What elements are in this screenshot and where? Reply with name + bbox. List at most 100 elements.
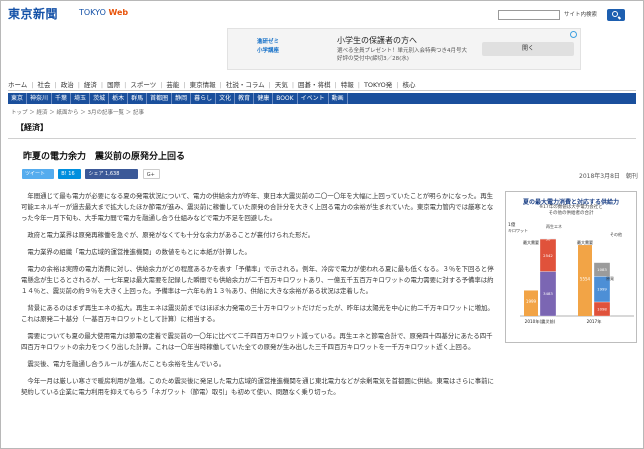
article-paragraph: 震災後、電力を融通し合うルールが進んだことも余裕を生んでいる。 (27, 360, 226, 368)
nav-separator: | (396, 81, 399, 89)
supply-value: 30 (546, 236, 551, 241)
ad-body-line1: 選べる全員プレゼント！単元別入会特典つき4月号大 (337, 48, 468, 54)
nav-separator: | (334, 81, 337, 89)
nav-separator: | (291, 81, 295, 89)
share-buttons: ツイート B! 16 シェア 1,638 G+ (22, 169, 162, 179)
nav-separator: | (219, 81, 222, 89)
nav-separator: | (160, 81, 163, 89)
nav-item[interactable]: 核心 (403, 81, 416, 89)
ad-open-button[interactable]: 開く (482, 42, 574, 56)
site-search-label: サイト内検索 (564, 12, 598, 18)
nav-item[interactable]: スポーツ (130, 81, 156, 89)
axis-unit: キロワット (508, 228, 528, 233)
supply-value: 1098 (597, 306, 607, 311)
hatena-bookmark-button[interactable]: B! 16 (58, 169, 82, 179)
regional-nav-item[interactable]: 栃木 (109, 93, 129, 104)
article-paragraph: 今年一月は厳しい寒さで暖房利用が急増。このため震災後に発足した電力広域的運営推進… (21, 377, 494, 396)
site-logo-en[interactable]: TOKYO Web (79, 8, 128, 17)
legend-other: その他 (610, 231, 622, 237)
logo-en-tokyo: TOKYO (79, 8, 106, 17)
legend-solar: 再生エネ (546, 223, 562, 229)
tweet-button[interactable]: ツイート (22, 169, 54, 179)
article-paragraph: 電力業界の組織「電力広域的運営推進機関」の数値をもとに本紙が計算した。 (27, 248, 251, 256)
divider (8, 138, 636, 139)
regional-nav-item[interactable]: 千葉 (52, 93, 72, 104)
infographic: 夏の最大電力消費と対応する供給力 ※17年の数値は大手電力会社と その他の供給者… (505, 191, 637, 343)
supply-value: 3483 (543, 291, 553, 296)
nav-separator: | (268, 81, 271, 89)
supply-value: 1999 (597, 287, 607, 292)
power-supply-chart: 1億キロワット 1999 3483 2542 30 2010年(震災前) 5554 1098 1… (508, 221, 634, 325)
nav-item[interactable]: 国際 (107, 81, 120, 89)
article-paragraph: 電力の余裕は実際の電力消費に対し、供給余力がどの程度あるかを表す「予備率」で示さ… (21, 265, 494, 295)
breadcrumb[interactable]: トップ ＞ 経済 ＞ 紙面から ＞ 3月の記事一覧 ＞ 記事 (11, 108, 144, 116)
nav-separator: | (77, 81, 80, 89)
regional-nav-item[interactable]: 静岡 (172, 93, 192, 104)
nav-item[interactable]: TOKYO発 (364, 81, 392, 89)
article-headline: 昨夏の電力余力 震災前の原発分上回る (23, 152, 186, 162)
nav-separator: | (357, 81, 360, 89)
site-header: 東京新聞 TOKYO Web サイト内検索 (1, 1, 643, 25)
article-paragraph: 年間通じて最も電力が必要になる夏の発電状況について、電力の供給余力が昨年、東日本… (21, 192, 494, 222)
nav-item[interactable]: ホーム (8, 81, 27, 89)
site-logo[interactable]: 東京新聞 (8, 5, 58, 22)
nav-item[interactable]: 芸能 (166, 81, 179, 89)
caption-2010: 最大需要 (523, 239, 539, 245)
category-label: 2017年 (587, 318, 602, 325)
regional-nav-item[interactable]: 教育 (235, 93, 255, 104)
ad-logo: 進研ゼミ 小学講座 (238, 38, 298, 56)
regional-nav-item[interactable]: 神奈川 (27, 93, 53, 104)
regional-nav-item[interactable]: 群馬 (128, 93, 148, 104)
regional-nav-item[interactable]: イベント (298, 93, 329, 104)
search-input[interactable] (498, 10, 560, 20)
article-body: 年間通じて最も電力が必要になる夏の発電状況について、電力の供給余力が昨年、東日本… (21, 191, 495, 404)
regional-nav-item[interactable]: 東京 (8, 93, 28, 104)
regional-nav-item[interactable]: 暮らし (191, 93, 217, 104)
nav-separator: | (100, 81, 104, 89)
ad-logo-line2: 小学講座 (256, 48, 279, 54)
nav-separator: | (183, 81, 186, 89)
regional-nav-item[interactable]: 茨城 (90, 93, 110, 104)
nav-separator: | (124, 81, 127, 89)
nav-separator: | (31, 81, 34, 89)
article-date: 2018年3月8日 朝刊 (579, 173, 638, 180)
logo-en-web: Web (108, 8, 129, 17)
ad-info-icon[interactable] (570, 31, 577, 38)
supply-value: 1083 (597, 267, 607, 272)
article-paragraph: 政府と電力業界は原発再稼働を急ぐが、原発がなくても十分な余力があることが裏付けら… (27, 231, 315, 239)
nav-item[interactable]: 政治 (61, 81, 74, 89)
ad-logo-line1: 進研ゼミ (256, 39, 279, 45)
google-plus-button[interactable]: G+ (142, 169, 160, 179)
nav-item[interactable]: 天気 (275, 81, 288, 89)
section-label: 【経済】 (16, 123, 48, 132)
regional-nav-item[interactable]: 文化 (216, 93, 236, 104)
axis-label: 1億 (508, 221, 516, 228)
demand-value: 1999 (526, 299, 537, 304)
nav-item[interactable]: 特報 (341, 81, 354, 89)
nav-item[interactable]: 囲碁・将棋 (298, 81, 331, 89)
regional-nav-item[interactable]: 動画 (329, 93, 348, 104)
search-button[interactable] (607, 9, 625, 21)
nav-item[interactable]: 社会 (38, 81, 51, 89)
browser-page: 東京新聞 TOKYO Web サイト内検索 進研ゼミ 小学講座 小学生の保護者の… (0, 0, 644, 449)
ad-banner[interactable]: 進研ゼミ 小学講座 小学生の保護者の方へ 選べる全員プレゼント！単元別入会特典つ… (227, 28, 581, 70)
facebook-share-button[interactable]: シェア 1,638 (85, 169, 139, 179)
regional-nav-item[interactable]: 健康 (254, 93, 274, 104)
nav-separator: | (54, 81, 57, 89)
caption-2017: 最大需要 (577, 239, 593, 245)
article-paragraph: 需要についても夏の最大使用電力は節電の定着で震災前の一〇年に比べて二千四百万キロ… (21, 332, 493, 351)
nav-item[interactable]: 社説・コラム (226, 81, 265, 89)
regional-nav-item[interactable]: 埼玉 (71, 93, 91, 104)
nav-item[interactable]: 経済 (84, 81, 97, 89)
ad-title: 小学生の保護者の方へ (337, 36, 417, 45)
article-paragraph: 背景にあるのはまず再生エネの拡大。再生エネは震災前まではほぼ水力発電の三十万キロ… (21, 304, 494, 323)
demand-value: 5554 (580, 277, 591, 282)
nav-item[interactable]: 東京情報 (190, 81, 216, 89)
ad-body-line2: 好評の受付中(締切3／28(水) (337, 56, 409, 62)
regional-nav-item[interactable]: BOOK (273, 93, 298, 104)
regional-nav-item[interactable]: 首都圏 (147, 93, 173, 104)
regional-nav: 東京 神奈川 千葉 埼玉 茨城 栃木 群馬 首都圏 静岡 暮らし 文化 教育 健康 BOOK イベント 動画 (8, 93, 636, 104)
supply-value: 2542 (543, 253, 553, 258)
main-nav: ホーム | 社会 | 政治 | 経済 | 国際 | スポーツ | 芸能 | 東京情報 | 社説・コラム | 天気 | 囲… (8, 79, 636, 91)
ad-body: 選べる全員プレゼント！単元別入会特典つき4月号大 好評の受付中(締切3／28(水… (337, 47, 487, 63)
